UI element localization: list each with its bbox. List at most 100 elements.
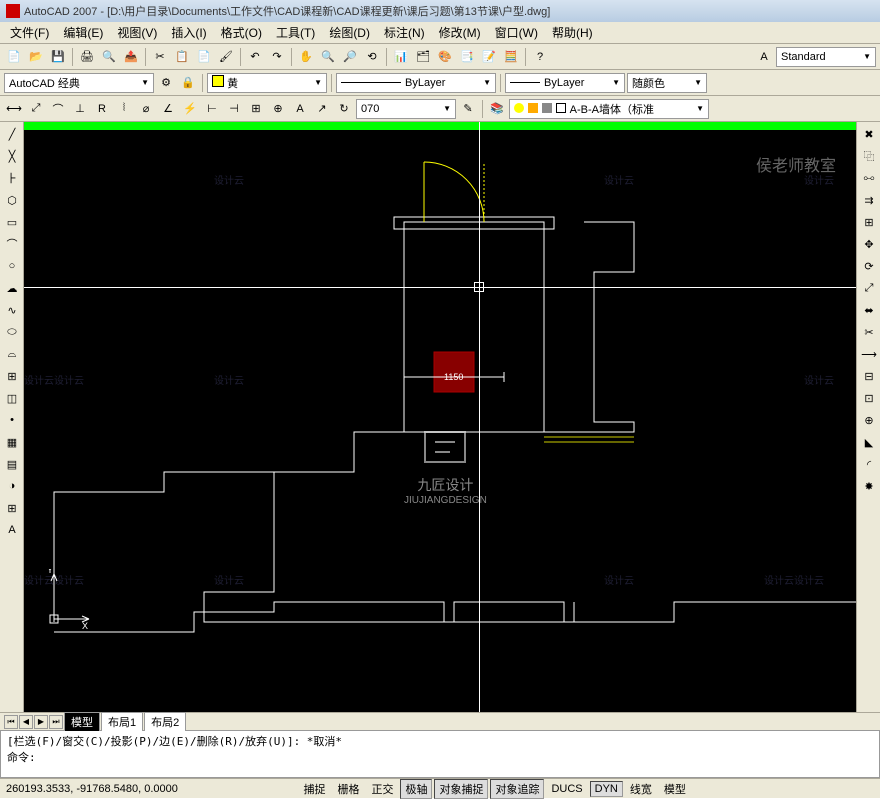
otrack-toggle[interactable]: 对象追踪 bbox=[490, 779, 544, 799]
dim-diameter-button[interactable]: ⌀ bbox=[136, 99, 156, 119]
copy-obj-button[interactable]: ⿻ bbox=[859, 146, 879, 166]
help-button[interactable]: ? bbox=[530, 47, 550, 67]
properties-button[interactable]: 📊 bbox=[391, 47, 411, 67]
tab-next-button[interactable]: ▶ bbox=[34, 715, 48, 729]
extend-button[interactable]: ⟶ bbox=[859, 344, 879, 364]
region-button[interactable]: ◑ bbox=[2, 476, 22, 496]
hatch-button[interactable]: ▦ bbox=[2, 432, 22, 452]
menu-tools[interactable]: 工具(T) bbox=[270, 22, 321, 43]
dim-tedit-button[interactable]: ↗ bbox=[312, 99, 332, 119]
copy-button[interactable]: 📋 bbox=[172, 47, 192, 67]
mirror-button[interactable]: ⧟ bbox=[859, 168, 879, 188]
design-center-button[interactable]: 🗂 bbox=[413, 47, 433, 67]
move-button[interactable]: ✥ bbox=[859, 234, 879, 254]
menu-dimension[interactable]: 标注(N) bbox=[378, 22, 431, 43]
chamfer-button[interactable]: ◣ bbox=[859, 432, 879, 452]
osnap-toggle[interactable]: 对象捕捉 bbox=[434, 779, 488, 799]
tab-first-button[interactable]: ⏮ bbox=[4, 715, 18, 729]
dim-linear-button[interactable]: ⟷ bbox=[4, 99, 24, 119]
block-button[interactable]: ◫ bbox=[2, 388, 22, 408]
circle-button[interactable]: ○ bbox=[2, 256, 22, 276]
drawing-viewport[interactable]: 侯老师教室 设计云 设计云 设计云 设计云设计云 设计云 设计云 设计云设计云 … bbox=[24, 122, 856, 712]
spline-button[interactable]: ∿ bbox=[2, 300, 22, 320]
coordinates[interactable]: 260193.3533, -91768.5480, 0.0000 bbox=[6, 783, 216, 795]
dim-quick-button[interactable]: ⚡ bbox=[180, 99, 200, 119]
linetype-dropdown[interactable]: ByLayer ▼ bbox=[336, 73, 496, 93]
menu-help[interactable]: 帮助(H) bbox=[546, 22, 599, 43]
xline-button[interactable]: ╳ bbox=[2, 146, 22, 166]
text-style-icon[interactable]: A bbox=[754, 47, 774, 67]
insert-button[interactable]: ⊞ bbox=[2, 366, 22, 386]
dim-jogged-button[interactable]: ⦚ bbox=[114, 99, 134, 119]
cut-button[interactable]: ✂ bbox=[150, 47, 170, 67]
dim-angular-button[interactable]: ∠ bbox=[158, 99, 178, 119]
layer-manager-button[interactable]: 📚 bbox=[487, 99, 507, 119]
stretch-button[interactable]: ⬌ bbox=[859, 300, 879, 320]
sheet-set-button[interactable]: 📑 bbox=[457, 47, 477, 67]
dimstyle-button[interactable]: ✎ bbox=[458, 99, 478, 119]
rotate-button[interactable]: ⟳ bbox=[859, 256, 879, 276]
undo-button[interactable]: ↶ bbox=[245, 47, 265, 67]
tab-last-button[interactable]: ⏭ bbox=[49, 715, 63, 729]
array-button[interactable]: ⊞ bbox=[859, 212, 879, 232]
dim-edit-button[interactable]: A bbox=[290, 99, 310, 119]
revcloud-button[interactable]: ☁ bbox=[2, 278, 22, 298]
new-button[interactable]: 📄 bbox=[4, 47, 24, 67]
zoom-win-button[interactable]: 🔎 bbox=[340, 47, 360, 67]
ellipse-arc-button[interactable]: ⌓ bbox=[2, 344, 22, 364]
polar-toggle[interactable]: 极轴 bbox=[400, 779, 432, 799]
dim-tolerance-button[interactable]: ⊞ bbox=[246, 99, 266, 119]
rectangle-button[interactable]: ▭ bbox=[2, 212, 22, 232]
gradient-button[interactable]: ▤ bbox=[2, 454, 22, 474]
dim-baseline-button[interactable]: ⊢ bbox=[202, 99, 222, 119]
paste-button[interactable]: 📄 bbox=[194, 47, 214, 67]
tab-prev-button[interactable]: ◀ bbox=[19, 715, 33, 729]
layer-dropdown[interactable]: A-B-A墙体（标准 ▼ bbox=[509, 99, 709, 119]
menu-file[interactable]: 文件(F) bbox=[4, 22, 55, 43]
mtext-button[interactable]: A bbox=[2, 520, 22, 540]
menu-draw[interactable]: 绘图(D) bbox=[323, 22, 376, 43]
menu-edit[interactable]: 编辑(E) bbox=[57, 22, 109, 43]
offset-button[interactable]: ⇉ bbox=[859, 190, 879, 210]
ellipse-button[interactable]: ⬭ bbox=[2, 322, 22, 342]
explode-button[interactable]: ✸ bbox=[859, 476, 879, 496]
zoom-rt-button[interactable]: 🔍 bbox=[318, 47, 338, 67]
grid-toggle[interactable]: 栅格 bbox=[332, 779, 364, 799]
dim-ordinate-button[interactable]: ⊥ bbox=[70, 99, 90, 119]
dim-radius-button[interactable]: R bbox=[92, 99, 112, 119]
dim-center-button[interactable]: ⊕ bbox=[268, 99, 288, 119]
preview-button[interactable]: 🔍 bbox=[99, 47, 119, 67]
markup-button[interactable]: 📝 bbox=[479, 47, 499, 67]
save-button[interactable]: 💾 bbox=[48, 47, 68, 67]
plotstyle-dropdown[interactable]: 随颜色 ▼ bbox=[627, 73, 707, 93]
polygon-button[interactable]: ⬡ bbox=[2, 190, 22, 210]
dim-arc-button[interactable]: ⌒ bbox=[48, 99, 68, 119]
dim-continue-button[interactable]: ⊣ bbox=[224, 99, 244, 119]
redo-button[interactable]: ↷ bbox=[267, 47, 287, 67]
erase-button[interactable]: ✖ bbox=[859, 124, 879, 144]
workspace-dropdown[interactable]: AutoCAD 经典 ▼ bbox=[4, 73, 154, 93]
menu-insert[interactable]: 插入(I) bbox=[165, 22, 212, 43]
menu-window[interactable]: 窗口(W) bbox=[489, 22, 544, 43]
tab-layout2[interactable]: 布局2 bbox=[144, 712, 186, 731]
dim-update-button[interactable]: ↻ bbox=[334, 99, 354, 119]
pan-button[interactable]: ✋ bbox=[296, 47, 316, 67]
menu-format[interactable]: 格式(O) bbox=[215, 22, 268, 43]
zoom-prev-button[interactable]: ⟲ bbox=[362, 47, 382, 67]
tab-model[interactable]: 模型 bbox=[64, 712, 100, 731]
fillet-button[interactable]: ◜ bbox=[859, 454, 879, 474]
color-dropdown[interactable]: 黄 ▼ bbox=[207, 73, 327, 93]
table-button[interactable]: ⊞ bbox=[2, 498, 22, 518]
tool-palette-button[interactable]: 🎨 bbox=[435, 47, 455, 67]
lineweight-dropdown[interactable]: ByLayer ▼ bbox=[505, 73, 625, 93]
pline-button[interactable]: ⺊ bbox=[2, 168, 22, 188]
line-button[interactable]: ╱ bbox=[2, 124, 22, 144]
arc-button[interactable]: ⌒ bbox=[2, 234, 22, 254]
tab-layout1[interactable]: 布局1 bbox=[101, 712, 143, 731]
text-style-dropdown[interactable]: Standard ▼ bbox=[776, 47, 876, 67]
publish-button[interactable]: 📤 bbox=[121, 47, 141, 67]
scale-button[interactable]: ⤢ bbox=[859, 278, 879, 298]
join-button[interactable]: ⊕ bbox=[859, 410, 879, 430]
print-button[interactable]: 🖨 bbox=[77, 47, 97, 67]
trim-button[interactable]: ✂ bbox=[859, 322, 879, 342]
